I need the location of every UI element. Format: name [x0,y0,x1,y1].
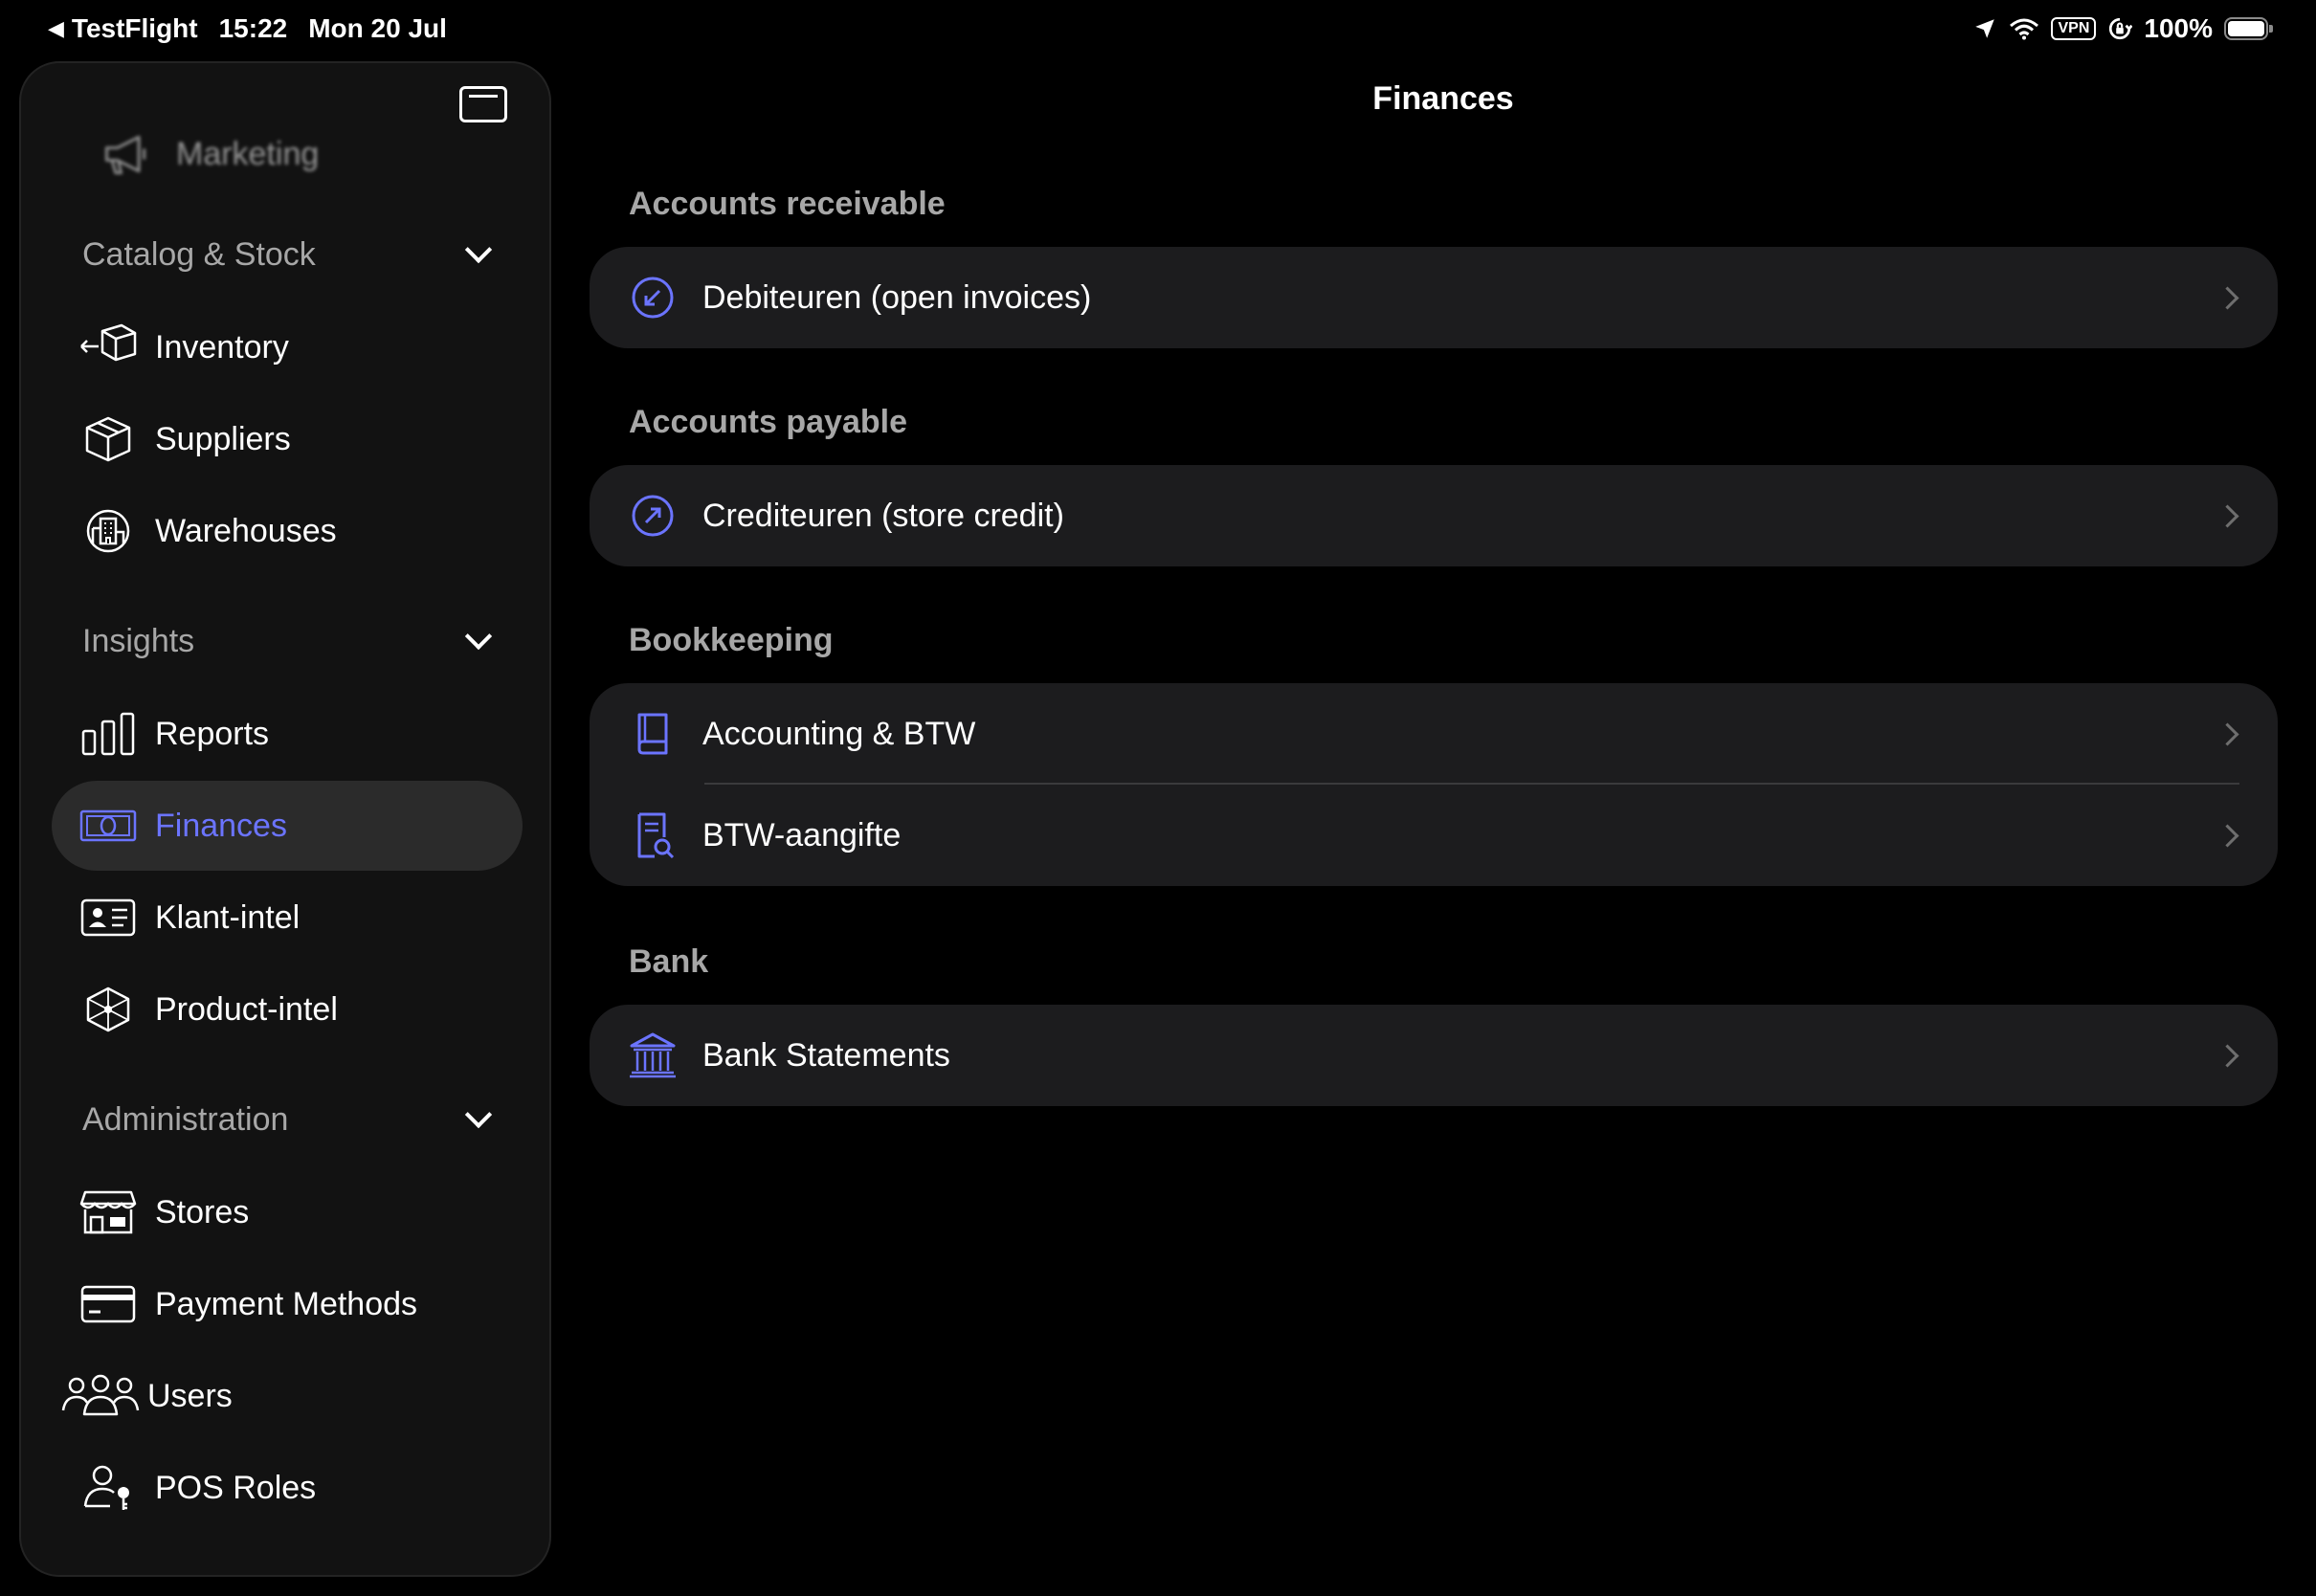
cube-network-icon [78,986,138,1033]
row-accounting-btw[interactable]: Accounting & BTW [590,683,2278,785]
wifi-icon [2010,18,2039,40]
storefront-icon [78,1188,138,1236]
vpn-badge: VPN [2051,17,2097,40]
card-accounts-payable: Crediteuren (store credit) [590,465,2278,566]
chevron-down-icon [464,1100,493,1129]
sidebar-item-marketing[interactable]: Marketing [80,121,319,188]
sidebar-toggle-button[interactable] [459,86,507,122]
sidebar-item-label: Reports [155,715,270,752]
battery-percent: 100% [2144,13,2213,43]
sidebar-item-suppliers[interactable]: Suppliers [52,394,523,484]
sidebar-item-label: Marketing [176,135,320,172]
chevron-down-icon [464,235,493,264]
banknote-icon [78,802,138,850]
row-label: Accounting & BTW [702,715,976,752]
section-header-catalog[interactable]: Catalog & Stock [82,226,523,283]
row-label: Debiteuren (open invoices) [702,278,1092,316]
sidebar-item-label: Finances [155,807,287,844]
sidebar-item-pos-roles[interactable]: POS Roles [52,1443,523,1533]
box-arrow-icon [78,323,138,371]
group-title-bank: Bank [629,943,709,980]
arrow-down-left-circle-icon [626,271,679,324]
group-title-accounts-payable: Accounts payable [629,404,907,440]
sidebar-item-warehouses[interactable]: Warehouses [52,486,523,576]
sidebar-item-label: POS Roles [155,1469,317,1506]
sidebar-item-finances[interactable]: Finances [52,781,523,871]
sidebar-item-stores[interactable]: Stores [52,1167,523,1257]
section-title: Administration [82,1100,289,1138]
status-bar-right: VPN 100% [1972,13,2273,44]
row-debiteuren[interactable]: Debiteuren (open invoices) [590,247,2278,348]
battery-icon [2224,17,2273,40]
status-bar-left: ◀ TestFlight 15:22 Mon 20 Jul [48,13,447,44]
sidebar-item-users[interactable]: Users [52,1351,523,1441]
sidebar-item-klant-intel[interactable]: Klant-intel [52,873,523,963]
book-icon [626,707,679,761]
card-accounts-receivable: Debiteuren (open invoices) [590,247,2278,348]
status-bar: ◀ TestFlight 15:22 Mon 20 Jul VPN 100% [0,0,2316,59]
sidebar-item-label: Warehouses [155,512,337,549]
row-crediteuren[interactable]: Crediteuren (store credit) [590,465,2278,566]
sidebar-item-label: Users [147,1377,233,1414]
card-bank: Bank Statements [590,1005,2278,1106]
section-header-insights[interactable]: Insights [82,612,523,670]
sidebar-item-inventory[interactable]: Inventory [52,302,523,392]
chevron-right-icon [2216,286,2239,310]
sidebar-item-label: Product-intel [155,990,338,1028]
row-bank-statements[interactable]: Bank Statements [590,1005,2278,1106]
sidebar-item-payment-methods[interactable]: Payment Methods [52,1259,523,1349]
sidebar-item-label: Stores [155,1193,250,1230]
document-search-icon [626,809,679,862]
sidebar: Marketing Catalog & Stock Inventory Supp… [19,61,551,1577]
page-title: Finances [1372,80,1514,117]
group-title-bookkeeping: Bookkeeping [629,622,834,658]
sidebar-item-label: Klant-intel [155,898,301,936]
users-icon [61,1372,140,1420]
back-triangle-icon[interactable]: ◀ [48,16,64,41]
bar-chart-icon [78,710,138,758]
sidebar-item-label: Inventory [155,328,289,366]
chevron-down-icon [464,622,493,651]
card-bookkeeping: Accounting & BTW BTW-aangifte [590,683,2278,886]
megaphone-icon [100,130,159,178]
bank-icon [626,1029,679,1082]
location-arrow-icon [1975,19,1995,38]
group-title-accounts-receivable: Accounts receivable [629,186,946,222]
section-header-administration[interactable]: Administration [82,1091,523,1148]
person-key-icon [78,1464,138,1512]
person-card-icon [78,894,138,942]
status-date: Mon 20 Jul [308,13,447,43]
arrow-up-right-circle-icon [626,489,679,543]
row-label: Crediteuren (store credit) [702,497,1064,534]
orientation-lock-icon [2109,17,2133,40]
cube-icon [78,415,138,463]
chevron-right-icon [2216,824,2239,848]
chevron-right-icon [2216,722,2239,746]
building-icon [78,507,138,555]
section-title: Catalog & Stock [82,235,316,273]
chevron-right-icon [2216,504,2239,528]
row-label: Bank Statements [702,1036,950,1074]
row-label: BTW-aangifte [702,816,902,853]
status-time: 15:22 [218,13,288,43]
row-btw-aangifte[interactable]: BTW-aangifte [590,785,2278,886]
sidebar-item-product-intel[interactable]: Product-intel [52,964,523,1054]
section-title: Insights [82,622,195,659]
sidebar-item-reports[interactable]: Reports [52,689,523,779]
credit-card-icon [78,1280,138,1328]
sidebar-item-label: Suppliers [155,420,291,457]
back-to-app-link[interactable]: TestFlight [72,13,198,44]
sidebar-item-label: Payment Methods [155,1285,418,1322]
chevron-right-icon [2216,1044,2239,1068]
